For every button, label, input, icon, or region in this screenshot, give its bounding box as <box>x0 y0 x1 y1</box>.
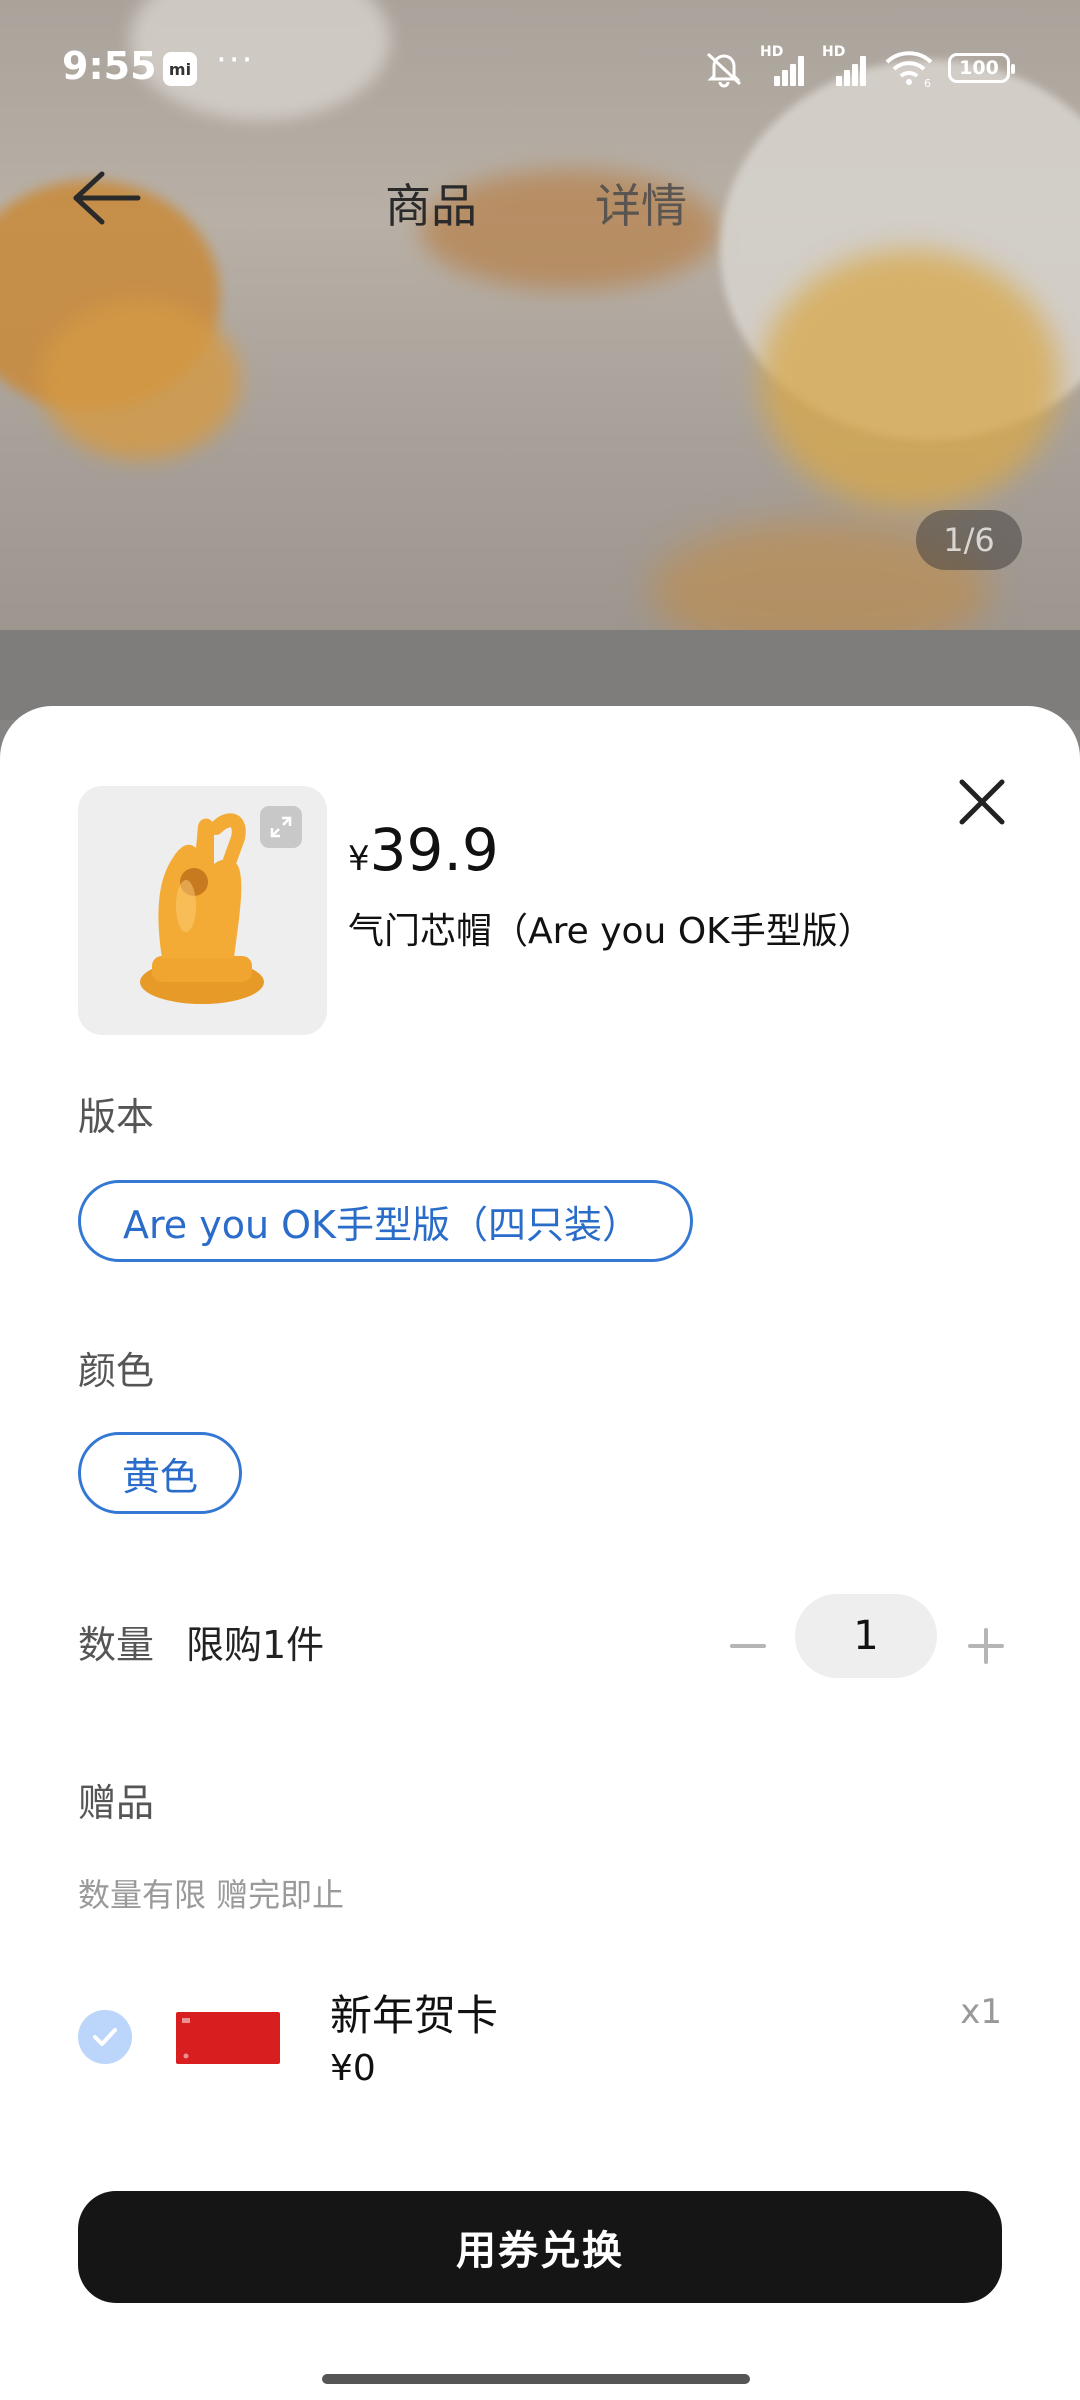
status-bar: 9:55 mi ··· HD HD 6 100 <box>0 0 1080 110</box>
gift-name: 新年贺卡 <box>330 1991 499 2040</box>
gift-count: x1 <box>960 1992 1002 2032</box>
quantity-increase-button[interactable] <box>958 1618 1014 1674</box>
purchase-limit-text: 限购1件 <box>186 1623 325 1667</box>
product-name: 气门芯帽（Are you OK手型版） <box>348 911 874 952</box>
product-thumbnail[interactable] <box>78 786 327 1035</box>
check-icon <box>93 2028 117 2046</box>
tab-product[interactable]: 商品 <box>385 170 477 236</box>
gift-label: 赠品 <box>78 1781 155 1825</box>
version-label: 版本 <box>78 1095 155 1139</box>
redeem-with-coupon-button[interactable]: 用券兑换 <box>78 2191 1002 2303</box>
battery-icon: 100 <box>948 53 1015 83</box>
signal-2-icon: HD <box>822 44 870 88</box>
color-label: 颜色 <box>78 1349 155 1393</box>
expand-image-button[interactable] <box>260 806 302 848</box>
currency-symbol: ¥ <box>348 839 370 879</box>
top-nav: 商品 详情 <box>0 130 1080 270</box>
more-notifications-icon: ··· <box>216 40 255 80</box>
close-icon <box>959 779 1005 825</box>
mute-bell-icon <box>706 52 742 88</box>
back-arrow-icon <box>73 171 141 225</box>
price-value: 39.9 <box>369 816 499 884</box>
svg-text:6: 6 <box>924 77 931 88</box>
status-time: 9:55 <box>62 44 157 88</box>
sku-selection-sheet: ¥39.9 气门芯帽（Are you OK手型版） 版本 Are you OK手… <box>0 706 1080 2400</box>
gift-checkbox[interactable] <box>78 2010 132 2064</box>
version-option-chip[interactable]: Are you OK手型版（四只装） <box>78 1180 693 1262</box>
signal-1-icon: HD <box>760 44 808 88</box>
greeting-card-image <box>176 2012 280 2064</box>
mi-app-icon: mi <box>163 52 197 86</box>
back-button[interactable] <box>72 168 182 248</box>
wifi-icon: 6 <box>885 51 933 88</box>
quantity-label: 数量 <box>78 1623 155 1667</box>
gift-price: ¥0 <box>330 2048 376 2089</box>
color-option-chip[interactable]: 黄色 <box>78 1432 242 1514</box>
home-indicator[interactable] <box>322 2374 750 2384</box>
product-price: ¥39.9 <box>348 816 499 884</box>
close-button[interactable] <box>952 772 1012 832</box>
minus-icon <box>730 1644 766 1648</box>
gift-note: 数量有限 赠完即止 <box>78 1876 345 1914</box>
quantity-decrease-button[interactable] <box>720 1618 776 1674</box>
plus-icon <box>968 1628 1004 1664</box>
gallery-page-indicator: 1/6 <box>916 510 1022 570</box>
expand-icon <box>270 816 292 838</box>
quantity-value[interactable]: 1 <box>795 1594 937 1678</box>
tab-detail[interactable]: 详情 <box>595 170 687 236</box>
